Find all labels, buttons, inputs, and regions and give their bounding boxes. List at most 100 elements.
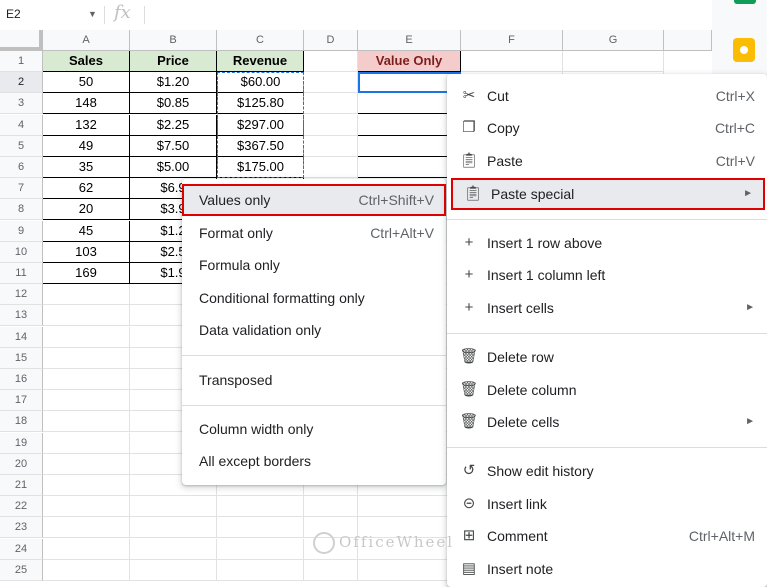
row-header-12[interactable]: 12 xyxy=(0,284,43,306)
cell-d3[interactable] xyxy=(304,93,358,115)
cell-e3[interactable] xyxy=(358,93,461,115)
cell-c23[interactable] xyxy=(217,517,304,539)
cell-d1[interactable] xyxy=(304,51,358,72)
transposed-item[interactable]: Transposed xyxy=(182,364,446,396)
format-only-item[interactable]: Format only Ctrl+Alt+V xyxy=(182,217,446,249)
row-header-17[interactable]: 17 xyxy=(0,390,43,412)
cell-b24[interactable] xyxy=(130,538,217,560)
cell-b23[interactable] xyxy=(130,517,217,539)
cell-e22[interactable] xyxy=(358,496,461,518)
row-header-21[interactable]: 21 xyxy=(0,475,43,496)
row-header-10[interactable]: 10 xyxy=(0,241,43,263)
row-header-6[interactable]: 6 xyxy=(0,157,43,178)
row-header-8[interactable]: 8 xyxy=(0,199,43,221)
row-header-20[interactable]: 20 xyxy=(0,453,43,475)
cell-a20[interactable] xyxy=(43,453,130,475)
cell-b4[interactable]: $2.25 xyxy=(130,114,217,136)
cell-a21[interactable] xyxy=(43,475,130,496)
sheets-icon[interactable] xyxy=(734,0,756,4)
cell-b5[interactable]: $7.50 xyxy=(130,135,217,157)
row-header-11[interactable]: 11 xyxy=(0,263,43,284)
cell-c25[interactable] xyxy=(217,559,304,581)
cell-a15[interactable] xyxy=(43,347,130,369)
cell-e25[interactable] xyxy=(358,559,461,581)
cell-c2[interactable]: $60.00 xyxy=(217,72,304,94)
keep-icon[interactable] xyxy=(733,38,755,62)
cell-b22[interactable] xyxy=(130,496,217,518)
column-width-only-item[interactable]: Column width only xyxy=(182,413,446,445)
conditional-formatting-only-item[interactable]: Conditional formatting only xyxy=(182,282,446,314)
cell-a6[interactable]: 35 xyxy=(43,157,130,178)
paste-item[interactable]: 📋︎ Paste Ctrl+V xyxy=(447,145,767,177)
cell-c22[interactable] xyxy=(217,496,304,518)
cell-a24[interactable] xyxy=(43,538,130,560)
cell-a13[interactable] xyxy=(43,305,130,327)
cell-b25[interactable] xyxy=(130,559,217,581)
column-header-f[interactable]: F xyxy=(461,30,563,51)
row-header-22[interactable]: 22 xyxy=(0,496,43,518)
row-header-13[interactable]: 13 xyxy=(0,305,43,327)
cell-a5[interactable]: 49 xyxy=(43,135,130,157)
column-header-c[interactable]: C xyxy=(217,30,304,51)
select-all-corner[interactable] xyxy=(0,30,43,51)
row-header-4[interactable]: 4 xyxy=(0,114,43,136)
row-header-18[interactable]: 18 xyxy=(0,411,43,433)
cell-d25[interactable] xyxy=(304,559,358,581)
insert-note-item[interactable]: ▤ Insert note xyxy=(447,553,767,585)
cell-d4[interactable] xyxy=(304,114,358,136)
formula-only-item[interactable]: Formula only xyxy=(182,249,446,281)
delete-cells-item[interactable]: 🗑︎ Delete cells ► xyxy=(447,406,767,438)
row-header-5[interactable]: 5 xyxy=(0,135,43,157)
cell-e2[interactable] xyxy=(358,72,461,94)
cell-c6[interactable]: $175.00 xyxy=(217,157,304,178)
cell-a18[interactable] xyxy=(43,411,130,433)
cell-e4[interactable] xyxy=(358,114,461,136)
cell-d2[interactable] xyxy=(304,72,358,94)
cell-a17[interactable] xyxy=(43,390,130,412)
cell-a10[interactable]: 103 xyxy=(43,241,130,263)
row-header-15[interactable]: 15 xyxy=(0,347,43,369)
column-header-b[interactable]: B xyxy=(130,30,217,51)
row-header-7[interactable]: 7 xyxy=(0,178,43,200)
cell-g1[interactable] xyxy=(563,51,664,72)
cell-a4[interactable]: 132 xyxy=(43,114,130,136)
cell-a2[interactable]: 50 xyxy=(43,72,130,94)
cell-a7[interactable]: 62 xyxy=(43,178,130,200)
cell-c1[interactable]: Revenue xyxy=(217,51,304,72)
cell-b2[interactable]: $1.20 xyxy=(130,72,217,94)
cell-a16[interactable] xyxy=(43,369,130,390)
cell-a11[interactable]: 169 xyxy=(43,263,130,284)
insert-row-above-item[interactable]: + Insert 1 row above xyxy=(447,227,767,259)
cell-e1[interactable]: Value Only xyxy=(358,51,461,72)
cell-d6[interactable] xyxy=(304,157,358,178)
cell-b3[interactable]: $0.85 xyxy=(130,93,217,115)
insert-link-item[interactable]: ⊝ Insert link xyxy=(447,488,767,520)
data-validation-only-item[interactable]: Data validation only xyxy=(182,314,446,346)
cell-d22[interactable] xyxy=(304,496,358,518)
name-box[interactable]: E2 ▼ xyxy=(6,7,97,25)
cut-item[interactable]: ✂ Cut Ctrl+X xyxy=(447,80,767,112)
row-header-3[interactable]: 3 xyxy=(0,93,43,115)
row-header-1[interactable]: 1 xyxy=(0,51,43,72)
cell-a9[interactable]: 45 xyxy=(43,220,130,242)
cell-f1[interactable] xyxy=(461,51,563,72)
cell-a3[interactable]: 148 xyxy=(43,93,130,115)
cell-a12[interactable] xyxy=(43,284,130,306)
column-header-a[interactable]: A xyxy=(43,30,130,51)
show-edit-history-item[interactable]: ↺ Show edit history xyxy=(447,455,767,487)
cell-b6[interactable]: $5.00 xyxy=(130,157,217,178)
chevron-down-icon[interactable]: ▼ xyxy=(88,9,97,19)
comment-item[interactable]: ⊞ Comment Ctrl+Alt+M xyxy=(447,520,767,552)
cell-e5[interactable] xyxy=(358,135,461,157)
cell-a25[interactable] xyxy=(43,559,130,581)
column-header-g[interactable]: G xyxy=(563,30,664,51)
delete-row-item[interactable]: 🗑︎ Delete row xyxy=(447,341,767,373)
cell-a22[interactable] xyxy=(43,496,130,518)
cell-c3[interactable]: $125.80 xyxy=(217,93,304,115)
row-header-23[interactable]: 23 xyxy=(0,517,43,539)
cell-c4[interactable]: $297.00 xyxy=(217,114,304,136)
column-header-d[interactable]: D xyxy=(304,30,358,51)
cell-d5[interactable] xyxy=(304,135,358,157)
copy-item[interactable]: ❐ Copy Ctrl+C xyxy=(447,112,767,144)
row-header-16[interactable]: 16 xyxy=(0,369,43,390)
